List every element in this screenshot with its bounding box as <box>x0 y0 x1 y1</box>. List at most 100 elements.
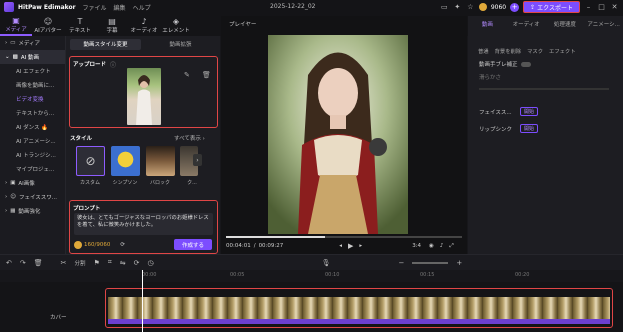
face-start-button[interactable]: 開始 <box>520 107 538 116</box>
style-simpson-label: シンプソン <box>112 180 138 186</box>
marker-icon[interactable]: ⚑ <box>94 259 100 267</box>
trash-icon[interactable]: 🗑 <box>202 71 211 79</box>
tool-ai-avatar[interactable]: ☺ AIアバター <box>32 14 64 36</box>
zoom-slider[interactable] <box>412 261 449 264</box>
sidebar-sub-ai-dance[interactable]: AI ダンス 🔥 <box>0 120 65 134</box>
undo-icon[interactable]: ↶ <box>6 259 12 267</box>
sidebar-item-ai-image[interactable]: › ▣ AI画像 <box>0 176 65 190</box>
redo-icon[interactable]: ↷ <box>20 259 26 267</box>
sidebar-ai-image-label: AI画像 <box>18 181 35 187</box>
aspect-ratio[interactable]: 3:4 <box>412 243 421 249</box>
video-clip[interactable] <box>108 297 610 319</box>
sidebar-item-video-enhance[interactable]: › ▦ 動画強化 <box>0 204 65 218</box>
tab-video[interactable]: 動画 <box>468 20 507 28</box>
upload-area[interactable]: アップロード ⓘ ✎ 🗑 <box>69 56 218 128</box>
tab-audio[interactable]: オーディオ <box>507 20 546 28</box>
next-frame-icon[interactable]: ▸ <box>359 243 362 249</box>
tool-text[interactable]: T テキスト <box>64 14 96 36</box>
split-icon[interactable]: ✂ <box>61 259 67 267</box>
sidebar-sub-ai-transition[interactable]: AI トランジシ... <box>0 148 65 162</box>
sidebar-sub-my-project[interactable]: マイプロジェ... <box>0 162 65 176</box>
tool-element[interactable]: ◈ エレメント <box>160 14 192 36</box>
style-baroque[interactable] <box>146 146 175 176</box>
refresh-icon[interactable]: ⟳ <box>120 242 125 248</box>
lipsync-start-button[interactable]: 開始 <box>520 124 538 133</box>
tool-element-label: エレメント <box>162 27 190 34</box>
avatar-icon: ☺ <box>43 16 53 26</box>
mirror-icon[interactable]: ⇋ <box>120 259 126 267</box>
maximize-icon[interactable]: □ <box>597 3 606 12</box>
delete-icon[interactable]: 🗑 <box>34 259 43 267</box>
speed-icon[interactable]: ◷ <box>148 259 154 267</box>
video-preview[interactable] <box>268 35 408 234</box>
plus-icon[interactable]: + <box>510 2 520 12</box>
fullscreen-icon[interactable]: ⤢ <box>449 243 453 250</box>
edit-icon[interactable]: ✎ <box>184 71 190 79</box>
lipsync-label: リップシンク <box>479 127 513 133</box>
sidebar-sub-text-to[interactable]: テキストから... <box>0 106 65 120</box>
media-panel: 動画スタイル変更 動画拡張 アップロード ⓘ ✎ 🗑 スタイル すべて表示 › … <box>66 36 220 254</box>
smooth-slider[interactable] <box>479 88 609 90</box>
gift-icon[interactable]: ✦ <box>453 3 462 12</box>
sidebar-item-face-swap[interactable]: › ☺ フェイススワ... <box>0 190 65 204</box>
sidebar-sub-image-to-video[interactable]: 画像を動画に... <box>0 78 65 92</box>
subtab-effect[interactable]: エフェクト <box>549 47 576 55</box>
video-clip-track[interactable] <box>105 288 613 328</box>
sidebar-sub-ai-effect[interactable]: AI エフェクト <box>0 64 65 78</box>
tab-style-change[interactable]: 動画スタイル変更 <box>70 38 141 50</box>
subtab-normal[interactable]: 普通 <box>478 47 489 55</box>
split-label[interactable]: 分割 <box>75 259 86 267</box>
face-icon: ☺ <box>10 194 16 200</box>
subtab-remove-bg[interactable]: 背景を削除 <box>495 47 522 55</box>
clip-audio-bar <box>108 319 610 324</box>
monitor-icon[interactable]: ▭ <box>440 3 449 12</box>
ruler-mark-5: 00:05 <box>230 272 245 278</box>
stabilize-toggle[interactable] <box>520 62 531 67</box>
style-custom[interactable]: ⊘ <box>76 146 105 176</box>
subtab-mask[interactable]: マスク <box>527 47 543 55</box>
tool-subtitle[interactable]: ▤ 字幕 <box>96 14 128 36</box>
sidebar-sub-ai-animation[interactable]: AI アニメーシ... <box>0 134 65 148</box>
menu-edit[interactable]: 編集 <box>114 3 126 12</box>
crop-icon[interactable]: ⌗ <box>108 258 112 267</box>
star-icon[interactable]: ☆ <box>466 3 475 12</box>
export-button[interactable]: ⇪ エクスポート <box>523 1 580 13</box>
property-tabs: 動画 オーディオ 処理速度 アニメーシ... <box>468 16 623 32</box>
minimize-icon[interactable]: – <box>584 3 593 12</box>
zoom-out-icon[interactable]: − <box>399 259 405 267</box>
menu-help[interactable]: ヘルプ <box>133 3 151 12</box>
prompt-input[interactable]: 彼女は、とてもゴージャスなヨーロッパのお姫様ドレスを着て、私に微笑みかけました。 <box>74 213 213 235</box>
prev-frame-icon[interactable]: ◂ <box>339 243 342 249</box>
credit-cost: 160/9060 ⟳ <box>74 241 125 249</box>
playhead[interactable] <box>142 270 143 332</box>
menu-file[interactable]: ファイル <box>83 3 107 12</box>
info-icon: ⓘ <box>110 62 117 69</box>
mic-icon[interactable]: 🎙 <box>322 259 331 267</box>
sidebar-item-ai-video[interactable]: ⌄ ▩ AI 動画 <box>0 50 65 64</box>
zoom-in-icon[interactable]: + <box>456 259 462 267</box>
current-time: 00:04:01 <box>226 243 251 249</box>
tool-media[interactable]: ▣ メディア <box>0 14 32 36</box>
show-all-link[interactable]: すべて表示 › <box>174 134 205 142</box>
sidebar-sub-video-convert[interactable]: ビデオ変換 <box>0 92 65 106</box>
player-title: プレイヤー <box>229 22 257 28</box>
create-button[interactable]: 作成する <box>174 239 212 250</box>
rotate-icon[interactable]: ⟳ <box>134 259 140 267</box>
timeline-ruler[interactable]: 00:00 00:05 00:10 00:15 00:20 <box>0 270 623 282</box>
playback-progress[interactable] <box>226 236 462 238</box>
styles-next-icon[interactable]: › <box>193 154 202 166</box>
tool-audio[interactable]: ♪ オーディオ <box>128 14 160 36</box>
play-icon[interactable]: ▶ <box>348 242 353 250</box>
volume-icon[interactable]: ♪ <box>440 243 444 249</box>
uploaded-image-thumbnail[interactable] <box>127 68 161 125</box>
tab-speed[interactable]: 処理速度 <box>546 20 585 28</box>
snapshot-icon[interactable]: ◉ <box>429 243 434 249</box>
tab-video-extend[interactable]: 動画拡張 <box>145 39 216 50</box>
tab-animation[interactable]: アニメーシ... <box>584 20 623 28</box>
sidebar-item-media[interactable]: › ▭ メディア <box>0 36 65 50</box>
time-separator: / <box>253 243 256 249</box>
cover-label[interactable]: カバー <box>50 313 67 321</box>
tool-audio-label: オーディオ <box>130 27 158 34</box>
close-icon[interactable]: ✕ <box>610 3 619 12</box>
style-simpson[interactable] <box>111 146 140 176</box>
